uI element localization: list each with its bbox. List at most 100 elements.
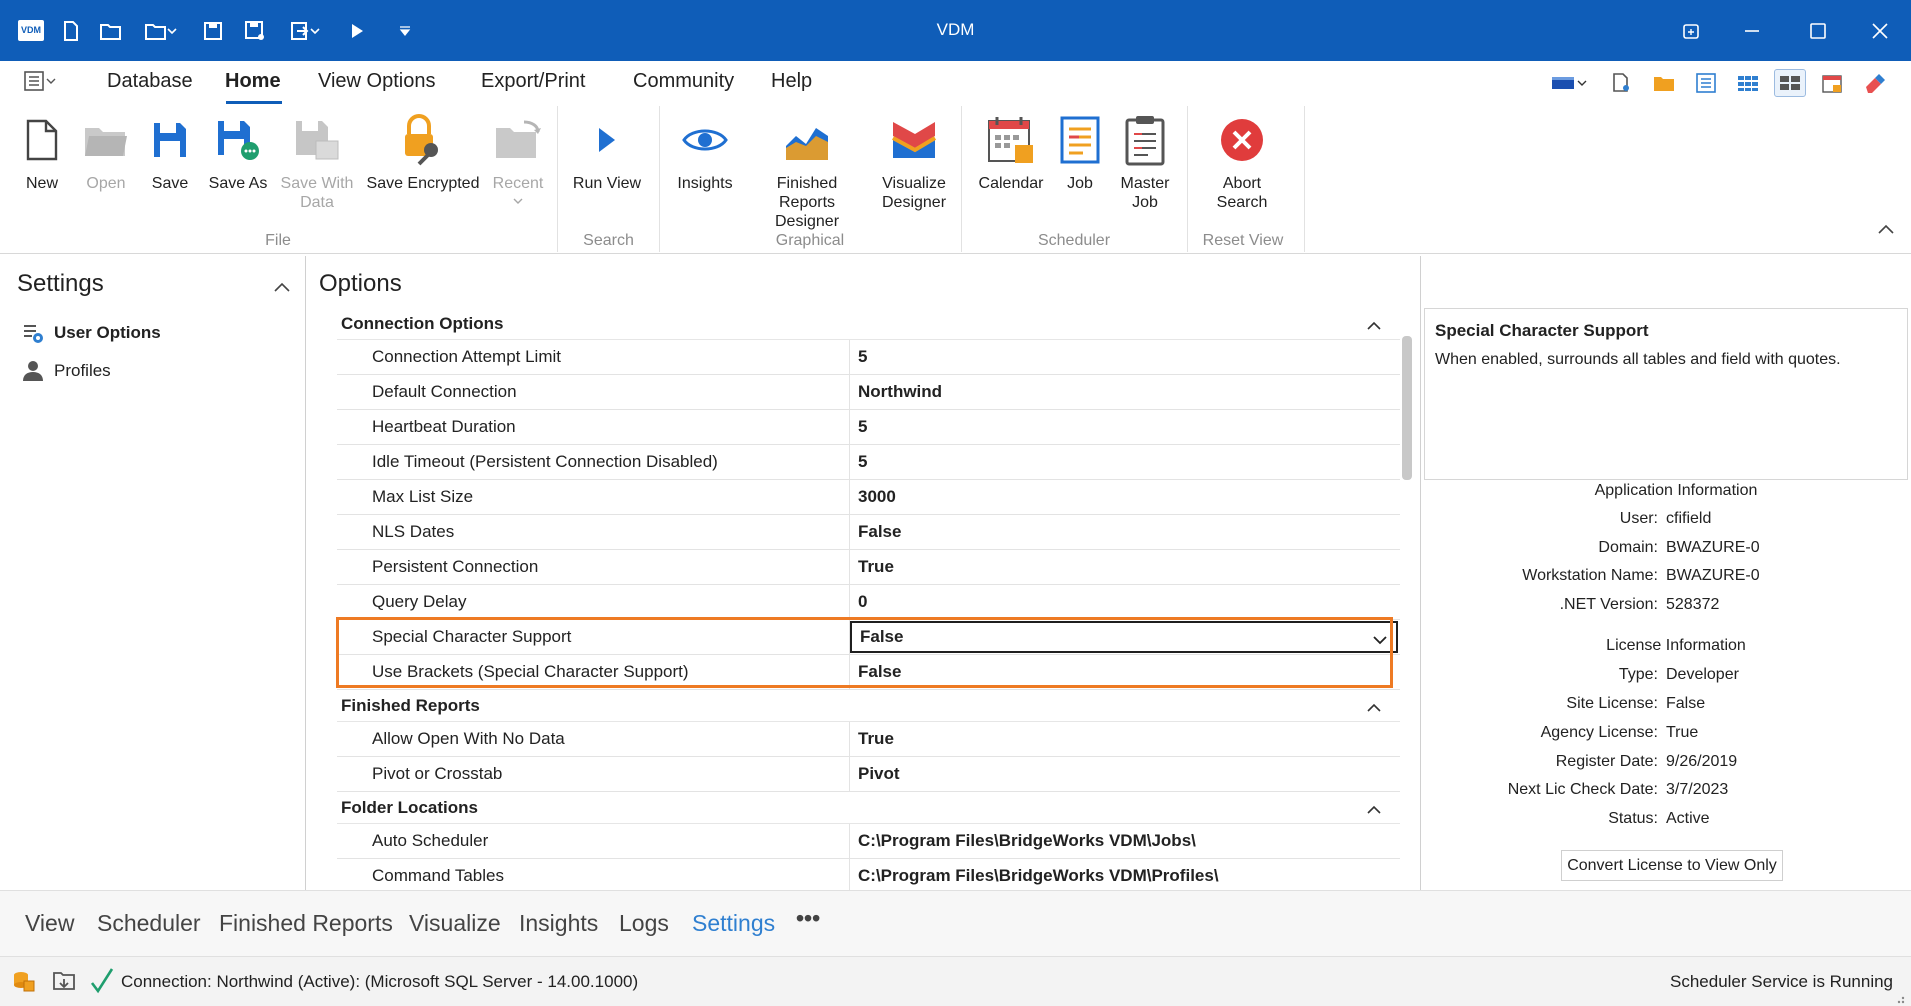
property-row[interactable]: Default Connection Northwind — [337, 375, 1400, 410]
menu-export-print[interactable]: Export/Print — [481, 70, 585, 93]
property-row[interactable]: Max List Size 3000 — [337, 480, 1400, 515]
property-value[interactable]: C:\Program Files\BridgeWorks VDM\Profile… — [850, 859, 1400, 890]
theme-color-button[interactable] — [1548, 69, 1590, 97]
app-menu-button[interactable] — [24, 71, 56, 91]
calendar-icon[interactable] — [1816, 69, 1848, 97]
property-value[interactable]: Northwind — [850, 375, 1400, 409]
property-value[interactable]: C:\Program Files\BridgeWorks VDM\Jobs\ — [850, 824, 1400, 858]
property-row[interactable]: Allow Open With No Data True — [337, 722, 1400, 757]
restore-icon[interactable] — [1668, 14, 1714, 48]
close-icon[interactable] — [1857, 14, 1903, 48]
property-row[interactable]: NLS Dates False — [337, 515, 1400, 550]
save-as-button[interactable]: Save As — [204, 112, 272, 193]
property-row[interactable]: Use Brackets (Special Character Support)… — [337, 655, 1400, 690]
maximize-icon[interactable] — [1795, 14, 1841, 48]
folder-download-icon[interactable] — [52, 969, 76, 998]
property-value[interactable]: 3000 — [850, 480, 1400, 514]
property-row[interactable]: Query Delay 0 — [337, 585, 1400, 620]
minimize-icon[interactable] — [1729, 14, 1775, 48]
visualize-designer-button[interactable]: Visualize Designer — [872, 112, 956, 212]
property-row[interactable]: Command Tables C:\Program Files\BridgeWor… — [337, 859, 1400, 890]
menu-view-options[interactable]: View Options — [318, 70, 435, 93]
settings-item-profiles[interactable]: Profiles — [22, 360, 111, 382]
info-value: True — [1666, 724, 1699, 741]
nav-settings[interactable]: Settings — [692, 910, 775, 937]
property-row[interactable]: Connection Attempt Limit 5 — [337, 340, 1400, 375]
collapse-category-icon[interactable] — [1366, 800, 1382, 820]
finished-reports-designer-button[interactable]: Finished Reports Designer — [746, 112, 868, 231]
convert-license-button[interactable]: Convert License to View Only — [1561, 850, 1783, 881]
title-bar: VDM VDM — [0, 0, 1911, 61]
vertical-scrollbar[interactable] — [1402, 336, 1412, 480]
property-row-selected[interactable]: Special Character Support False — [337, 620, 1400, 655]
abort-search-button[interactable]: Abort Search — [1196, 112, 1288, 212]
calendar-icon — [988, 117, 1033, 163]
collapse-settings-icon[interactable] — [273, 280, 291, 298]
resize-grip-icon[interactable] — [1893, 991, 1905, 1006]
save-as-label: Save As — [208, 175, 268, 192]
master-job-button[interactable]: Master Job — [1110, 112, 1180, 212]
nav-view[interactable]: View — [25, 910, 74, 937]
menu-database[interactable]: Database — [107, 70, 193, 93]
nav-scheduler[interactable]: Scheduler — [97, 910, 201, 937]
eraser-icon[interactable] — [1858, 69, 1890, 97]
menu-community[interactable]: Community — [633, 70, 734, 93]
visualize-icon — [892, 122, 937, 158]
info-value: BWAZURE-0 — [1666, 539, 1760, 556]
chevron-down-icon[interactable] — [1372, 631, 1388, 651]
collapse-category-icon[interactable] — [1366, 698, 1382, 718]
menu-home[interactable]: Home — [225, 70, 281, 93]
calendar-button[interactable]: Calendar — [972, 112, 1050, 193]
insights-button[interactable]: Insights — [668, 112, 742, 193]
property-value[interactable]: 0 — [850, 585, 1400, 619]
category-folder-locations[interactable]: Folder Locations — [337, 792, 1400, 824]
database-icon[interactable] — [12, 969, 36, 998]
property-row[interactable]: Pivot or Crosstab Pivot — [337, 757, 1400, 792]
grid-view-icon[interactable] — [1732, 69, 1764, 97]
collapse-ribbon-icon[interactable] — [1877, 222, 1895, 240]
new-button[interactable]: New — [12, 112, 72, 193]
document-settings-icon[interactable] — [1606, 69, 1638, 97]
property-value[interactable]: False — [850, 515, 1400, 549]
options-panel: Options Connection Options Connection At… — [307, 256, 1420, 890]
menu-help[interactable]: Help — [771, 70, 812, 93]
collapse-category-icon[interactable] — [1366, 316, 1382, 336]
nav-insights[interactable]: Insights — [519, 910, 598, 937]
property-row[interactable]: Auto Scheduler C:\Program Files\BridgeWor… — [337, 824, 1400, 859]
property-value[interactable]: True — [850, 550, 1400, 584]
save-with-data-button[interactable]: Save With Data — [278, 112, 356, 212]
save-encrypted-button[interactable]: Save Encrypted — [362, 112, 484, 193]
property-name: Max List Size — [337, 480, 850, 514]
property-value[interactable]: 5 — [850, 410, 1400, 444]
property-row[interactable]: Heartbeat Duration 5 — [337, 410, 1400, 445]
property-value[interactable]: True — [850, 722, 1400, 756]
property-row[interactable]: Idle Timeout (Persistent Connection Disa… — [337, 445, 1400, 480]
recent-label: Recent — [492, 175, 544, 192]
property-name: NLS Dates — [337, 515, 850, 549]
property-row[interactable]: Persistent Connection True — [337, 550, 1400, 585]
nav-finished-reports[interactable]: Finished Reports — [219, 910, 393, 937]
property-name: Pivot or Crosstab — [337, 757, 850, 791]
save-button[interactable]: Save — [140, 112, 200, 193]
category-connection-options[interactable]: Connection Options — [337, 308, 1400, 340]
group-separator — [1187, 106, 1188, 252]
nav-visualize[interactable]: Visualize — [409, 910, 501, 937]
calendar-label: Calendar — [978, 175, 1044, 192]
special-character-support-dropdown[interactable]: False — [850, 621, 1398, 653]
job-button[interactable]: Job — [1054, 112, 1106, 193]
property-value[interactable]: 5 — [850, 445, 1400, 479]
folder-icon[interactable] — [1648, 69, 1680, 97]
category-finished-reports[interactable]: Finished Reports — [337, 690, 1400, 722]
property-value[interactable]: 5 — [850, 340, 1400, 374]
nav-logs[interactable]: Logs — [619, 910, 669, 937]
recent-button[interactable]: Recent — [488, 112, 548, 210]
settings-item-user-options[interactable]: User Options — [22, 322, 161, 344]
tile-view-icon[interactable] — [1774, 69, 1806, 97]
open-button[interactable]: Open — [76, 112, 136, 193]
nav-more-button[interactable]: ••• — [796, 905, 820, 932]
user-profile-icon — [23, 361, 43, 381]
property-value[interactable]: False — [850, 655, 1400, 689]
property-value[interactable]: Pivot — [850, 757, 1400, 791]
list-view-icon[interactable] — [1690, 69, 1722, 97]
run-view-button[interactable]: Run View — [566, 112, 648, 193]
